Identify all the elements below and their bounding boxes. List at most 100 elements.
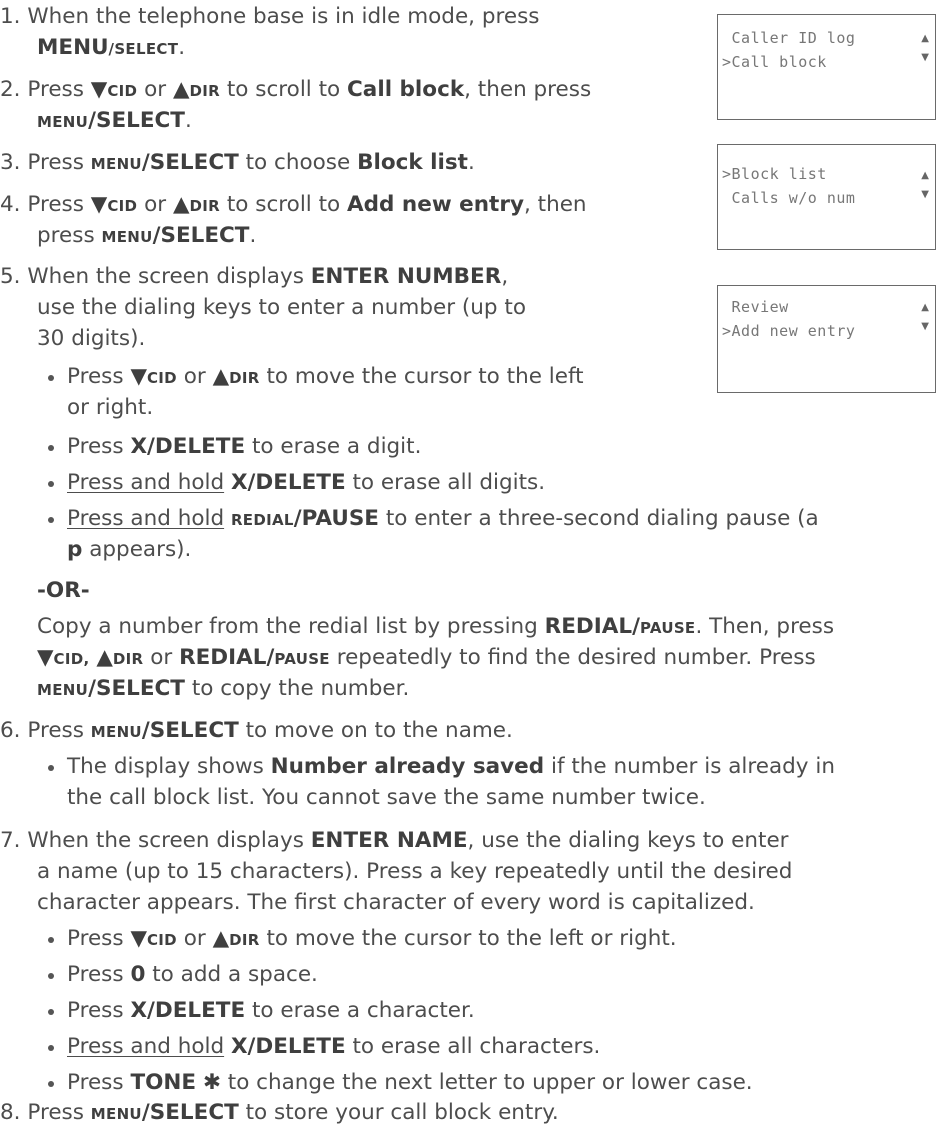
- punct: .: [178, 35, 186, 60]
- step-1-line-1: 1. When the telephone base is in idle mo…: [0, 2, 540, 32]
- lcd-screen-2: >Block list Calls w/o num ▲ ▼: [717, 144, 936, 250]
- block-list-label: Block list: [357, 150, 468, 175]
- text: to scroll to: [226, 77, 341, 102]
- step-7-line-3: character appears. The first character o…: [37, 888, 755, 918]
- step-4-line-2: press MENU/SELECT.: [37, 221, 256, 252]
- bullet-icon: [48, 445, 54, 451]
- text: to choose: [245, 150, 351, 175]
- dir-key: DIR: [229, 369, 260, 387]
- text: Press: [67, 364, 124, 389]
- down-triangle-icon: ▼: [90, 77, 108, 102]
- select-key: /SELECT: [141, 718, 239, 743]
- text: a name (up to 15 characters). Press a ke…: [37, 859, 793, 884]
- up-triangle-icon: ▲: [212, 926, 230, 951]
- up-triangle-icon: ▲: [172, 77, 190, 102]
- text: the call block list. You cannot save the…: [67, 785, 706, 810]
- text: Press: [27, 77, 84, 102]
- bullet-icon: [48, 765, 54, 771]
- down-triangle-icon: ▼: [130, 926, 147, 951]
- lcd-line-1: Review: [722, 298, 789, 316]
- bullet-icon: [48, 937, 54, 943]
- text: to erase a character.: [251, 998, 475, 1023]
- text: or: [150, 645, 173, 670]
- step-7-line-2: a name (up to 15 characters). Press a ke…: [37, 857, 792, 887]
- step-8-line-1: 8. Press MENU/SELECT to store your call …: [0, 1098, 559, 1129]
- text: When the screen displays: [27, 828, 304, 853]
- text: if the number is already in: [550, 754, 835, 779]
- step-7-line-1: 7. When the screen displays ENTER NAME, …: [0, 826, 789, 856]
- text: Press: [27, 1100, 84, 1125]
- step-number: 5.: [0, 264, 21, 289]
- select-key: /SELECT: [141, 150, 239, 175]
- cid-key: CID: [146, 931, 177, 949]
- pause-key: PAUSE: [274, 650, 330, 668]
- lcd-line-1: Caller ID log: [722, 29, 856, 47]
- step-number: 4.: [0, 192, 21, 217]
- step-text: When the telephone base is in idle mode,…: [27, 4, 540, 29]
- up-triangle-icon: ▲: [96, 645, 113, 670]
- step-2-line-1: 2. Press ▼CID or ▲DIR to scroll to Call …: [0, 75, 591, 106]
- text: character appears. The first character o…: [37, 890, 755, 915]
- star-icon: ✱: [202, 1070, 221, 1095]
- up-arrow-icon: ▲: [921, 170, 929, 181]
- text: Press: [67, 998, 124, 1023]
- delete-key: X/DELETE: [230, 1034, 346, 1059]
- text: . Then, press: [695, 614, 835, 639]
- text: repeatedly to find the desired number. P…: [336, 645, 816, 670]
- bullet-icon: [48, 481, 54, 487]
- text: or: [144, 77, 167, 102]
- text: to move the cursor to the left or right.: [266, 926, 677, 951]
- enter-number-label: ENTER NUMBER: [310, 264, 502, 289]
- bullet-icon: [48, 973, 54, 979]
- bullet-7a: Press ▼CID or ▲DIR to move the cursor to…: [67, 924, 677, 955]
- bullet-7e: Press TONE ✱ to change the next letter t…: [67, 1068, 753, 1098]
- bullet-5b: Press X/DELETE to erase a digit.: [67, 432, 421, 462]
- text: Press: [27, 718, 84, 743]
- or-label: -OR-: [37, 578, 90, 603]
- text: , then: [523, 192, 587, 217]
- text: appears).: [89, 537, 192, 562]
- select-key: /SELECT: [108, 40, 179, 58]
- redial-key: REDIAL: [230, 511, 294, 529]
- text: or: [144, 192, 167, 217]
- copy-line-3: MENU/SELECT to copy the number.: [37, 674, 409, 705]
- step-number: 8.: [0, 1100, 21, 1125]
- up-triangle-icon: ▲: [172, 192, 190, 217]
- step-number: 3.: [0, 150, 21, 175]
- text: to scroll to: [226, 192, 341, 217]
- step-1-line-2: MENU/SELECT.: [37, 33, 185, 64]
- text: to change the next letter to upper or lo…: [227, 1070, 753, 1095]
- text: or right.: [67, 395, 154, 420]
- bullet-icon: [48, 517, 54, 523]
- text: Copy a number from the redial list by pr…: [37, 614, 538, 639]
- lcd-line-2: >Call block: [722, 53, 827, 71]
- step-5-line-3: 30 digits).: [37, 324, 145, 354]
- punct: /: [632, 614, 640, 639]
- text: to move the cursor to the left: [266, 364, 584, 389]
- dir-key: DIR: [229, 931, 260, 949]
- bullet-5d-line-1: Press and hold REDIAL/PAUSE to enter a t…: [67, 504, 819, 535]
- press-and-hold: Press and hold: [67, 470, 225, 495]
- text: use the dialing keys to enter a number (…: [37, 295, 526, 320]
- copy-line-1: Copy a number from the redial list by pr…: [37, 612, 834, 643]
- number-saved-label: Number already saved: [270, 754, 545, 779]
- menu-key: MENU: [37, 35, 109, 60]
- text: press: [37, 223, 95, 248]
- copy-line-2: ▼CID, ▲DIR or REDIAL/PAUSE repeatedly to…: [37, 643, 816, 674]
- select-key: /SELECT: [88, 676, 185, 701]
- delete-key: X/DELETE: [130, 998, 246, 1023]
- bullet-icon: [48, 375, 54, 381]
- lcd-line-2: >Add new entry: [722, 322, 856, 340]
- down-arrow-icon: ▼: [921, 52, 929, 63]
- step-4-line-1: 4. Press ▼CID or ▲DIR to scroll to Add n…: [0, 190, 587, 221]
- menu-key: MENU: [90, 723, 142, 741]
- text: Press: [27, 150, 84, 175]
- select-key: /SELECT: [88, 108, 185, 133]
- menu-key: MENU: [37, 113, 89, 131]
- lcd-screen-1: Caller ID log >Call block ▲ ▼: [717, 14, 936, 120]
- press-and-hold: Press and hold: [67, 1034, 225, 1059]
- cid-key: CID: [107, 82, 138, 100]
- menu-key: MENU: [90, 1105, 142, 1123]
- punct: ,: [501, 264, 509, 289]
- menu-key: MENU: [37, 681, 89, 699]
